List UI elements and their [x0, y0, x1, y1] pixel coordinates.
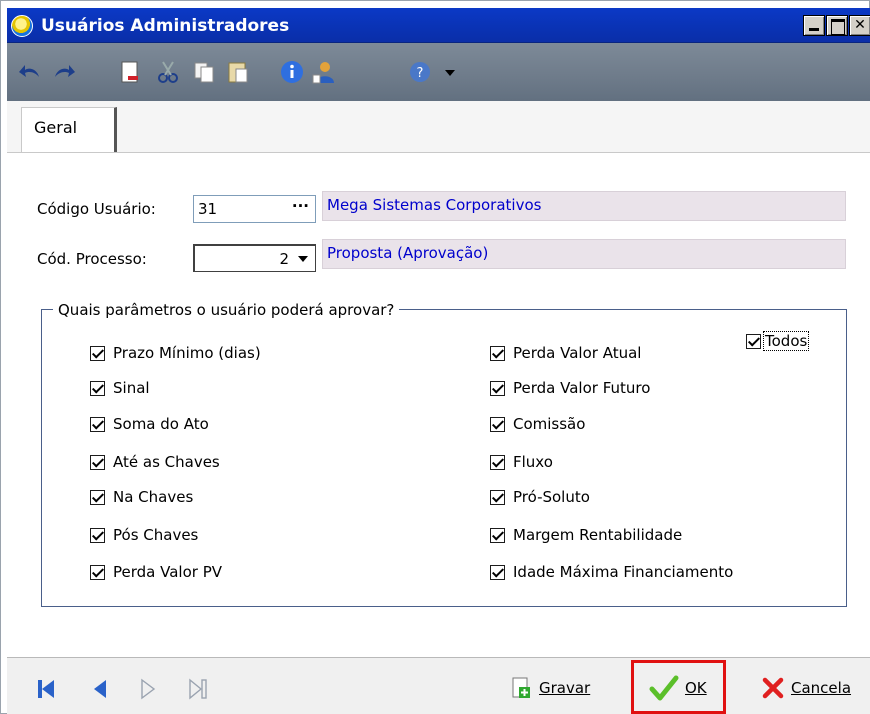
checkbox-icon: [746, 333, 761, 349]
checkbox-margem-rentabilidade[interactable]: Margem Rentabilidade: [490, 526, 682, 544]
checkbox-label: Prazo Mínimo (dias): [113, 344, 261, 362]
previous-record-icon[interactable]: [89, 678, 111, 700]
checkbox-perda-valor-atual[interactable]: Perda Valor Atual: [490, 344, 641, 362]
paste-icon[interactable]: [225, 59, 251, 85]
checkbox-comissao[interactable]: Comissão: [490, 415, 585, 433]
toolbar: ?: [7, 43, 870, 101]
checkbox-perda-valor-pv[interactable]: Perda Valor PV: [90, 563, 222, 581]
checkbox-icon: [90, 416, 105, 432]
parameters-legend: Quais parâmetros o usuário poderá aprova…: [53, 301, 400, 319]
checkbox-pro-soluto[interactable]: Pró-Soluto: [490, 488, 590, 506]
cod-processo-value: 2: [279, 250, 289, 268]
user-icon[interactable]: [311, 59, 337, 85]
cod-processo-select[interactable]: 2: [193, 244, 316, 272]
gravar-button[interactable]: Gravar: [509, 672, 590, 704]
gravar-label: Gravar: [539, 679, 591, 697]
checkbox-icon: [90, 564, 105, 580]
help-icon[interactable]: ?: [407, 59, 433, 85]
tab-strip: Geral: [7, 101, 870, 153]
svg-text:?: ?: [417, 66, 424, 81]
checkbox-icon: [90, 454, 105, 470]
checkbox-pos-chaves[interactable]: Pós Chaves: [90, 526, 198, 544]
checkbox-label: Fluxo: [513, 453, 553, 471]
undo-icon[interactable]: [17, 59, 43, 85]
redo-icon[interactable]: [51, 59, 77, 85]
checkbox-label: Perda Valor PV: [113, 563, 222, 581]
checkbox-ate-as-chaves[interactable]: Até as Chaves: [90, 453, 220, 471]
tab-geral[interactable]: Geral: [21, 107, 117, 153]
checkbox-label: Soma do Ato: [113, 415, 209, 433]
checkbox-fluxo[interactable]: Fluxo: [490, 453, 553, 471]
checkbox-icon: [490, 416, 505, 432]
app-icon: [11, 15, 33, 37]
checkbox-label: Comissão: [513, 415, 586, 433]
codigo-usuario-value: 31: [198, 200, 218, 218]
title-bar[interactable]: Usuários Administradores ✕: [7, 8, 870, 43]
todos-checkbox[interactable]: Todos: [746, 331, 810, 351]
checkbox-label: Perda Valor Futuro: [513, 379, 651, 397]
checkbox-label: Pós Chaves: [113, 526, 199, 544]
codigo-usuario-label: Código Usuário:: [37, 200, 156, 218]
checkbox-icon: [490, 345, 505, 361]
cancela-button[interactable]: Cancela: [761, 672, 851, 704]
chevron-down-icon[interactable]: [297, 255, 309, 263]
checkbox-icon: [490, 489, 505, 505]
checkbox-perda-valor-futuro[interactable]: Perda Valor Futuro: [490, 379, 650, 397]
checkbox-icon: [90, 489, 105, 505]
checkbox-label: Na Chaves: [113, 488, 194, 506]
checkbox-icon: [90, 380, 105, 396]
save-icon: [512, 677, 530, 698]
help-dropdown-icon[interactable]: [437, 59, 463, 85]
cancel-x-icon: [762, 677, 784, 699]
cod-processo-label: Cód. Processo:: [37, 250, 147, 268]
todos-label: Todos: [763, 331, 810, 351]
checkbox-sinal[interactable]: Sinal: [90, 379, 150, 397]
checkbox-idade-maxima-financiamento[interactable]: Idade Máxima Financiamento: [490, 563, 733, 581]
maximize-button[interactable]: [826, 15, 848, 36]
info-icon[interactable]: [279, 59, 305, 85]
checkbox-label: Idade Máxima Financiamento: [513, 563, 734, 581]
cut-icon[interactable]: [155, 59, 181, 85]
checkbox-label: Pró-Soluto: [513, 488, 590, 506]
cod-processo-description: Proposta (Aprovação): [322, 239, 846, 269]
new-document-icon[interactable]: [117, 59, 143, 85]
checkbox-prazo-minimo[interactable]: Prazo Mínimo (dias): [90, 344, 261, 362]
ok-highlight-box: [631, 660, 726, 714]
checkbox-icon: [90, 527, 105, 543]
checkbox-na-chaves[interactable]: Na Chaves: [90, 488, 193, 506]
minimize-button[interactable]: [803, 15, 825, 36]
first-record-icon[interactable]: [35, 678, 57, 700]
checkbox-icon: [490, 564, 505, 580]
bottom-toolbar: Gravar OK Cancela: [7, 657, 870, 714]
close-button[interactable]: ✕: [849, 15, 870, 36]
checkbox-soma-do-ato[interactable]: Soma do Ato: [90, 415, 209, 433]
codigo-usuario-field[interactable]: 31 ···: [193, 195, 316, 223]
checkbox-label: Até as Chaves: [113, 453, 220, 471]
checkbox-icon: [90, 345, 105, 361]
window-title: Usuários Administradores: [41, 16, 290, 36]
tab-geral-label: Geral: [34, 118, 78, 137]
checkbox-icon: [490, 380, 505, 396]
dialog-window: Usuários Administradores ✕ ? Geral Códig…: [0, 0, 870, 714]
cancela-label: Cancela: [791, 679, 852, 697]
checkbox-icon: [490, 454, 505, 470]
codigo-usuario-description: Mega Sistemas Corporativos: [322, 191, 846, 221]
next-record-icon[interactable]: [137, 678, 159, 700]
checkbox-label: Sinal: [113, 379, 150, 397]
last-record-icon[interactable]: [187, 678, 209, 700]
checkbox-label: Perda Valor Atual: [513, 344, 642, 362]
checkbox-icon: [490, 527, 505, 543]
checkbox-label: Margem Rentabilidade: [513, 526, 683, 544]
window-controls: ✕: [803, 15, 870, 36]
copy-icon[interactable]: [191, 59, 217, 85]
lookup-button[interactable]: ···: [292, 197, 309, 215]
